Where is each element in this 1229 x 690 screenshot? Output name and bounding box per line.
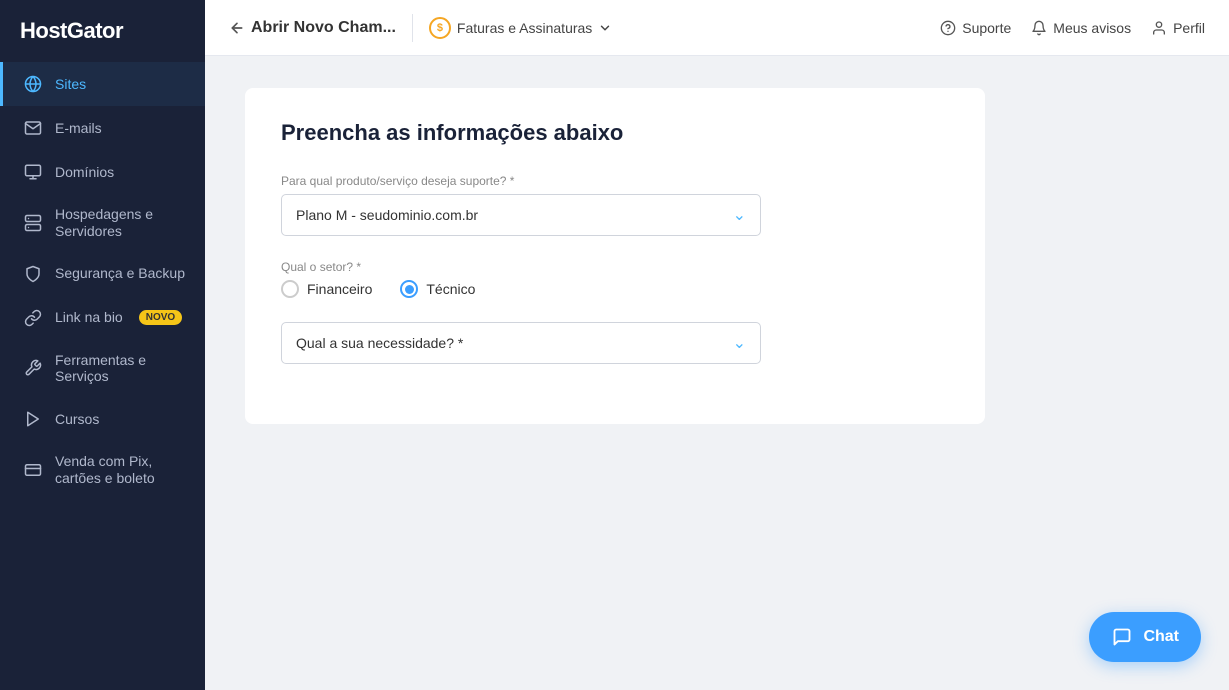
faturas-icon: $: [429, 17, 451, 39]
novo-badge: NOVO: [139, 310, 182, 325]
product-value: Plano M - seudominio.com.br: [296, 207, 478, 223]
chat-button[interactable]: Chat: [1089, 612, 1201, 662]
tools-icon: [23, 358, 43, 378]
sidebar-item-sites[interactable]: Sites: [0, 62, 205, 106]
notices-label: Meus avisos: [1053, 20, 1131, 36]
payment-icon: [23, 460, 43, 480]
mail-icon: [23, 118, 43, 138]
sector-group: Qual o setor? * Financeiro Técnico: [281, 260, 949, 298]
radio-financeiro-label: Financeiro: [307, 281, 372, 297]
sidebar-item-emails-label: E-mails: [55, 120, 102, 137]
sidebar-item-cursos-label: Cursos: [55, 411, 99, 428]
radio-tecnico-label: Técnico: [426, 281, 475, 297]
main-content: Abrir Novo Cham... $ Faturas e Assinatur…: [205, 0, 1229, 690]
back-arrow-icon: [229, 20, 245, 36]
radio-tecnico-btn: [400, 280, 418, 298]
sidebar-item-seguranca[interactable]: Segurança e Backup: [0, 252, 205, 296]
courses-icon: [23, 409, 43, 429]
sidebar-item-emails[interactable]: E-mails: [0, 106, 205, 150]
chevron-down-icon: [598, 21, 612, 35]
question-circle-icon: [940, 20, 956, 36]
product-label: Para qual produto/serviço deseja suporte…: [281, 174, 949, 188]
support-label: Suporte: [962, 20, 1011, 36]
need-select[interactable]: Qual a sua necessidade? * ⌄: [281, 322, 761, 364]
product-chevron-icon: ⌄: [733, 205, 746, 225]
topbar-right: Suporte Meus avisos Perfil: [940, 20, 1205, 36]
need-chevron-icon: ⌄: [733, 333, 746, 353]
sector-label: Qual o setor? *: [281, 260, 949, 274]
sidebar-item-sites-label: Sites: [55, 76, 86, 93]
notices-button[interactable]: Meus avisos: [1031, 20, 1131, 36]
radio-financeiro[interactable]: Financeiro: [281, 280, 372, 298]
radio-group: Financeiro Técnico: [281, 280, 949, 298]
sidebar-item-dominios[interactable]: Domínios: [0, 150, 205, 194]
sidebar-item-dominios-label: Domínios: [55, 164, 114, 181]
form-card: Preencha as informações abaixo Para qual…: [245, 88, 985, 424]
globe-icon: [23, 74, 43, 94]
need-placeholder: Qual a sua necessidade? *: [296, 335, 463, 351]
profile-label: Perfil: [1173, 20, 1205, 36]
sidebar-item-venda[interactable]: Venda com Pix, cartões e boleto: [0, 441, 205, 499]
faturas-nav[interactable]: $ Faturas e Assinaturas: [429, 17, 612, 39]
need-group: Qual a sua necessidade? * ⌄: [281, 322, 949, 364]
sidebar-item-linknabio[interactable]: Link na bio NOVO: [0, 296, 205, 340]
user-icon: [1151, 20, 1167, 36]
chat-label: Chat: [1143, 628, 1179, 646]
radio-tecnico[interactable]: Técnico: [400, 280, 475, 298]
shield-icon: [23, 264, 43, 284]
topbar-divider: [412, 14, 413, 42]
topbar: Abrir Novo Cham... $ Faturas e Assinatur…: [205, 0, 1229, 56]
sidebar-item-ferramentas[interactable]: Ferramentas e Serviços: [0, 340, 205, 398]
sidebar-item-seguranca-label: Segurança e Backup: [55, 265, 185, 282]
sidebar-item-hospedagens-label: Hospedagens e Servidores: [55, 206, 185, 240]
domain-icon: [23, 162, 43, 182]
chat-bubble-icon: [1111, 626, 1133, 648]
sidebar-item-hospedagens[interactable]: Hospedagens e Servidores: [0, 194, 205, 252]
back-label: Abrir Novo Cham...: [251, 19, 396, 37]
sidebar: HostGator Sites E-mails Domínios Hospeda…: [0, 0, 205, 690]
server-icon: [23, 213, 43, 233]
product-select[interactable]: Plano M - seudominio.com.br ⌄: [281, 194, 761, 236]
sidebar-item-venda-label: Venda com Pix, cartões e boleto: [55, 453, 185, 487]
link-icon: [23, 308, 43, 328]
profile-button[interactable]: Perfil: [1151, 20, 1205, 36]
sidebar-item-linknabio-label: Link na bio: [55, 309, 123, 326]
content-area: Preencha as informações abaixo Para qual…: [205, 56, 1229, 690]
back-button[interactable]: Abrir Novo Cham...: [229, 19, 396, 37]
radio-financeiro-btn: [281, 280, 299, 298]
bell-icon: [1031, 20, 1047, 36]
product-group: Para qual produto/serviço deseja suporte…: [281, 174, 949, 236]
support-button[interactable]: Suporte: [940, 20, 1011, 36]
logo: HostGator: [0, 0, 205, 62]
form-title: Preencha as informações abaixo: [281, 120, 949, 146]
faturas-label: Faturas e Assinaturas: [457, 20, 592, 36]
sidebar-item-cursos[interactable]: Cursos: [0, 397, 205, 441]
sidebar-item-ferramentas-label: Ferramentas e Serviços: [55, 352, 185, 386]
